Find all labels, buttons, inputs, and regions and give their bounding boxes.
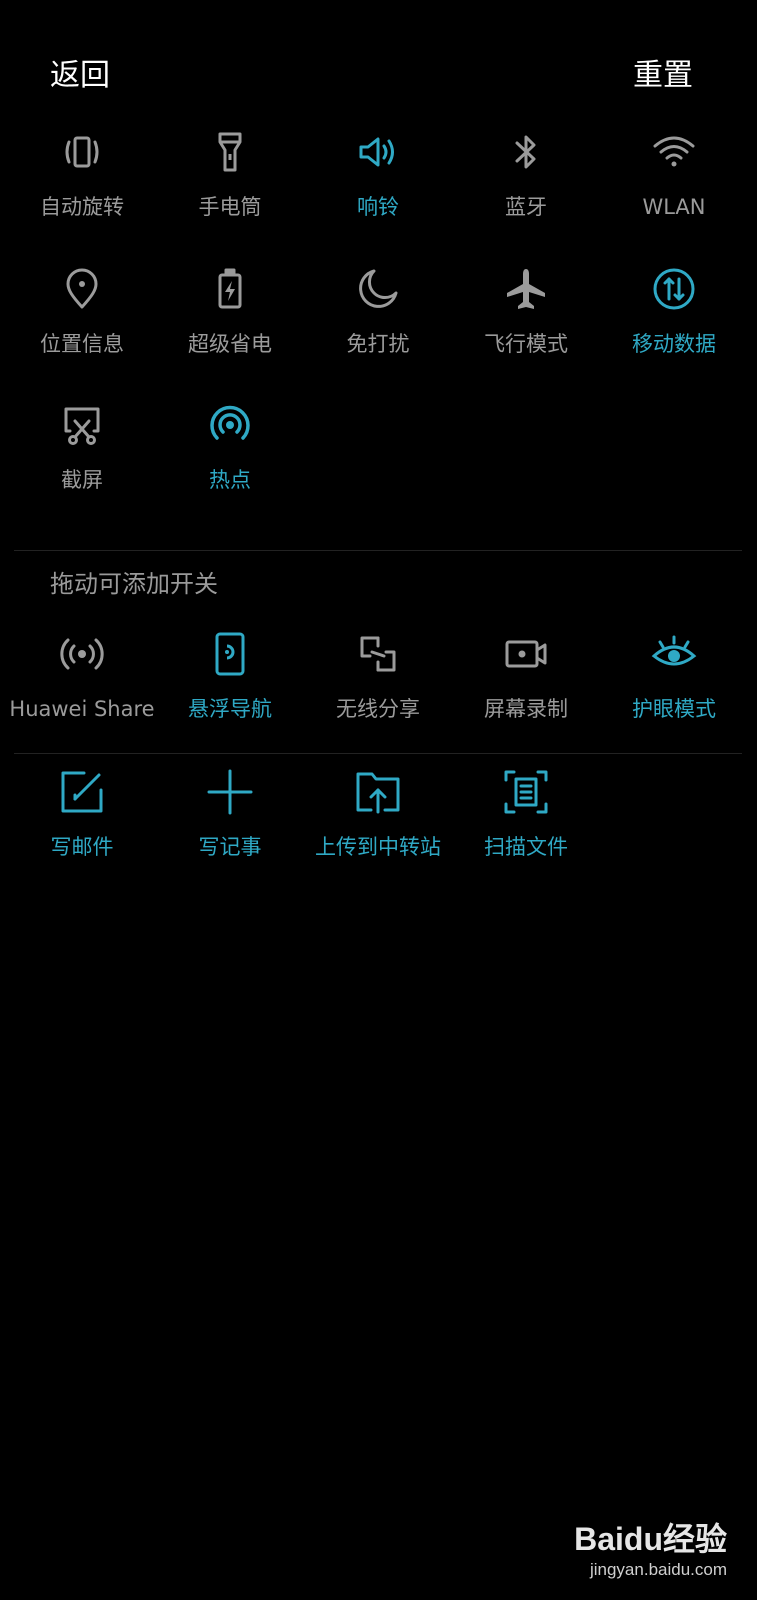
tile-label: WLAN (642, 195, 706, 219)
plus-icon (206, 768, 254, 816)
tile-huawei-share[interactable]: Huawei Share (8, 630, 156, 750)
moon-icon (354, 265, 402, 313)
tile-wlan[interactable]: WLAN (600, 128, 748, 248)
shortcut-label: 扫描文件 (484, 835, 568, 859)
tile-floating-nav[interactable]: 悬浮导航 (156, 630, 304, 750)
tile-airplane-mode[interactable]: 飞行模式 (452, 265, 600, 385)
shortcut-label: 写邮件 (50, 835, 114, 859)
tile-label: 手电筒 (198, 195, 262, 219)
battery-icon (206, 265, 254, 313)
folder-upload-icon (354, 768, 402, 816)
location-icon (58, 265, 106, 313)
shortcut-label: 写记事 (198, 835, 262, 859)
active-toggles-grid: 自动旋转 手电筒 响铃 蓝牙 WLAN 位置信息 超级省电 免打扰 飞行模式 移… (8, 128, 749, 528)
speaker-icon (354, 128, 402, 176)
tile-label: 自动旋转 (40, 195, 124, 219)
shortcut-write-note[interactable]: 写记事 (156, 768, 304, 888)
tile-label: 免打扰 (346, 332, 410, 356)
shortcuts-grid: 写邮件 写记事 上传到中转站 扫描文件 (8, 768, 749, 888)
tile-hotspot[interactable]: 热点 (156, 401, 304, 521)
section-divider (14, 550, 742, 551)
eye-icon (650, 630, 698, 678)
huawei-share-icon (58, 630, 106, 678)
tile-label: 悬浮导航 (188, 697, 272, 721)
tile-label: Huawei Share (9, 697, 155, 721)
tile-label: 超级省电 (188, 332, 272, 356)
tile-flashlight[interactable]: 手电筒 (156, 128, 304, 248)
shortcut-label: 上传到中转站 (315, 835, 441, 859)
tile-auto-rotate[interactable]: 自动旋转 (8, 128, 156, 248)
bluetooth-icon (502, 128, 550, 176)
tile-label: 屏幕录制 (484, 697, 568, 721)
scan-document-icon (502, 768, 550, 816)
tile-do-not-disturb[interactable]: 免打扰 (304, 265, 452, 385)
tile-wireless-share[interactable]: 无线分享 (304, 630, 452, 750)
airplane-icon (502, 265, 550, 313)
tile-power-saving[interactable]: 超级省电 (156, 265, 304, 385)
screenshot-icon (58, 401, 106, 449)
floating-nav-icon (206, 630, 254, 678)
wireless-share-icon (354, 630, 402, 678)
tile-label: 无线分享 (336, 697, 420, 721)
tile-screenshot[interactable]: 截屏 (8, 401, 156, 521)
mobile-data-icon (650, 265, 698, 313)
hotspot-icon (206, 401, 254, 449)
tile-label: 护眼模式 (632, 697, 716, 721)
rotate-icon (58, 128, 106, 176)
available-section-title: 拖动可添加开关 (50, 570, 218, 598)
tile-bluetooth[interactable]: 蓝牙 (452, 128, 600, 248)
tile-ring[interactable]: 响铃 (304, 128, 452, 248)
tile-screen-record[interactable]: 屏幕录制 (452, 630, 600, 750)
shortcut-scan-document[interactable]: 扫描文件 (452, 768, 600, 888)
compose-icon (58, 768, 106, 816)
screen-record-icon (502, 630, 550, 678)
watermark-url: jingyan.baidu.com (589, 1560, 727, 1579)
section-divider (14, 753, 742, 754)
flashlight-icon (206, 128, 254, 176)
tile-location[interactable]: 位置信息 (8, 265, 156, 385)
tile-label: 截屏 (61, 468, 103, 492)
watermark-logo: Baidu经验 (574, 1521, 727, 1557)
tile-eye-comfort[interactable]: 护眼模式 (600, 630, 748, 750)
tile-mobile-data[interactable]: 移动数据 (600, 265, 748, 385)
wifi-icon (650, 128, 698, 176)
tile-label: 位置信息 (40, 332, 124, 356)
tile-label: 蓝牙 (505, 195, 547, 219)
back-button[interactable]: 返回 (50, 58, 110, 94)
tile-label: 响铃 (357, 195, 399, 219)
reset-button[interactable]: 重置 (633, 58, 693, 94)
tile-label: 热点 (209, 468, 251, 492)
available-toggles-grid: Huawei Share 悬浮导航 无线分享 屏幕录制 护眼模式 (8, 630, 749, 750)
shortcut-write-email[interactable]: 写邮件 (8, 768, 156, 888)
tile-label: 移动数据 (632, 332, 716, 356)
tile-label: 飞行模式 (484, 332, 568, 356)
shortcut-upload-transfer[interactable]: 上传到中转站 (304, 768, 452, 888)
baidu-jingyan-watermark: Baidu经验 jingyan.baidu.com (537, 1500, 737, 1590)
